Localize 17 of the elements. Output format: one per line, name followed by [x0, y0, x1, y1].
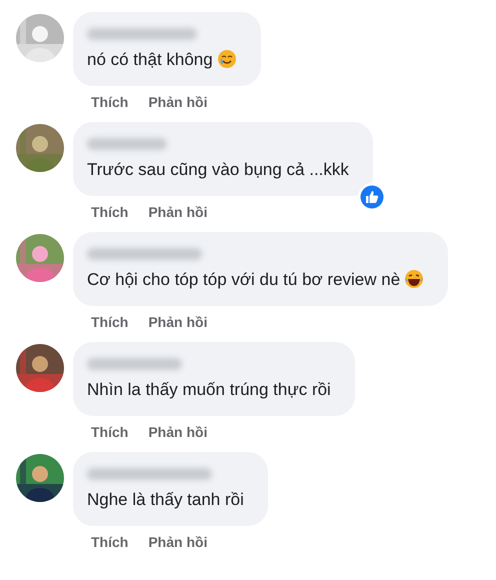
comment-text: Trước sau cũng vào bụng cả ...kkk	[87, 159, 349, 181]
like-link[interactable]: Thích	[91, 92, 128, 112]
comment-text: nó có thật không	[87, 48, 237, 72]
laughing-emoji-icon	[404, 269, 424, 289]
reply-link[interactable]: Phản hồi	[148, 422, 208, 442]
reply-link[interactable]: Phản hồi	[148, 532, 208, 552]
comment-text: Nghe là thấy tanh rồi	[87, 489, 244, 511]
comment-text: Cơ hội cho tóp tóp với du tú bơ review nè	[87, 268, 424, 292]
comment-text: Nhìn la thấy muốn trúng thực rồi	[87, 379, 331, 401]
reply-link[interactable]: Phản hồi	[148, 202, 208, 222]
reply-link[interactable]: Phản hồi	[148, 92, 208, 112]
like-link[interactable]: Thích	[91, 422, 128, 442]
like-link[interactable]: Thích	[91, 312, 128, 332]
like-link[interactable]: Thích	[91, 202, 128, 222]
tearful-smile-emoji-icon	[216, 49, 237, 69]
reply-link[interactable]: Phản hồi	[148, 312, 208, 332]
like-link[interactable]: Thích	[91, 532, 128, 552]
